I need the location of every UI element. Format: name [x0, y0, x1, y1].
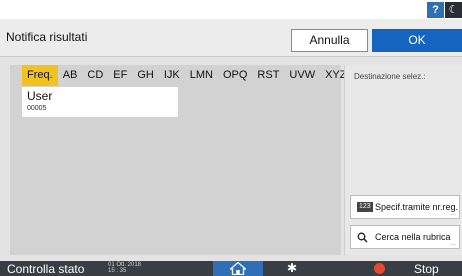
cancel-button[interactable]: Annulla	[291, 29, 368, 52]
destination-panel: Destinazione selez.: 123 Specif.tramite …	[344, 65, 462, 255]
specify-label: Specif.tramite nr.reg.	[375, 202, 459, 212]
more-dots: ...	[450, 240, 456, 247]
home-button[interactable]	[213, 261, 263, 276]
more-dots: ...	[450, 210, 456, 217]
destination-label: Destinazione selez.:	[354, 72, 426, 81]
bottom-bar: Controlla stato 01 Ott. 2018 15 : 35 ✱ S…	[0, 261, 462, 276]
search-icon	[357, 226, 368, 251]
tab-rst[interactable]: RST	[252, 65, 284, 86]
help-button[interactable]: ?	[427, 2, 444, 18]
main-area: Freq. AB CD EF GH IJK LMN OPQ RST UVW XY…	[0, 57, 462, 261]
page-title: Notifica risultati	[6, 30, 88, 44]
tab-ef[interactable]: EF	[108, 65, 132, 86]
tab-freq[interactable]: Freq.	[22, 65, 58, 86]
stop-button[interactable]: Stop	[414, 262, 439, 276]
top-bar: ? ☾	[0, 0, 462, 19]
time-text: 15 : 35	[108, 268, 127, 274]
user-number: 00005	[27, 105, 47, 112]
tab-uvw[interactable]: UVW	[284, 65, 320, 86]
number-badge-icon: 123	[357, 196, 373, 218]
user-name: User	[27, 89, 53, 103]
stop-icon[interactable]	[374, 263, 385, 274]
tab-gh[interactable]: GH	[132, 65, 159, 86]
specify-by-reg-number-button[interactable]: 123 Specif.tramite nr.reg. ...	[350, 195, 460, 219]
search-label: Cerca nella rubrica	[375, 232, 451, 242]
moon-icon[interactable]: ☾	[445, 2, 462, 18]
check-status-button[interactable]: Controlla stato	[7, 262, 84, 276]
search-address-book-button[interactable]: Cerca nella rubrica ...	[350, 225, 460, 249]
index-tabs: Freq. AB CD EF GH IJK LMN OPQ RST UVW XY…	[22, 65, 374, 86]
date-time: 01 Ott. 2018 15 : 35	[108, 262, 141, 274]
home-icon	[230, 262, 246, 275]
address-list-panel: Freq. AB CD EF GH IJK LMN OPQ RST UVW XY…	[10, 65, 368, 255]
tab-ab[interactable]: AB	[58, 65, 83, 86]
tab-lmn[interactable]: LMN	[185, 65, 218, 86]
tab-opq[interactable]: OPQ	[218, 65, 252, 86]
ok-button[interactable]: OK	[372, 29, 462, 52]
tab-cd[interactable]: CD	[82, 65, 108, 86]
gear-icon[interactable]: ✱	[287, 261, 297, 276]
tab-ijk[interactable]: IJK	[159, 65, 185, 86]
header: Notifica risultati Annulla OK	[0, 19, 462, 57]
user-card[interactable]: User 00005	[22, 87, 178, 117]
number-badge: 123	[357, 202, 373, 212]
